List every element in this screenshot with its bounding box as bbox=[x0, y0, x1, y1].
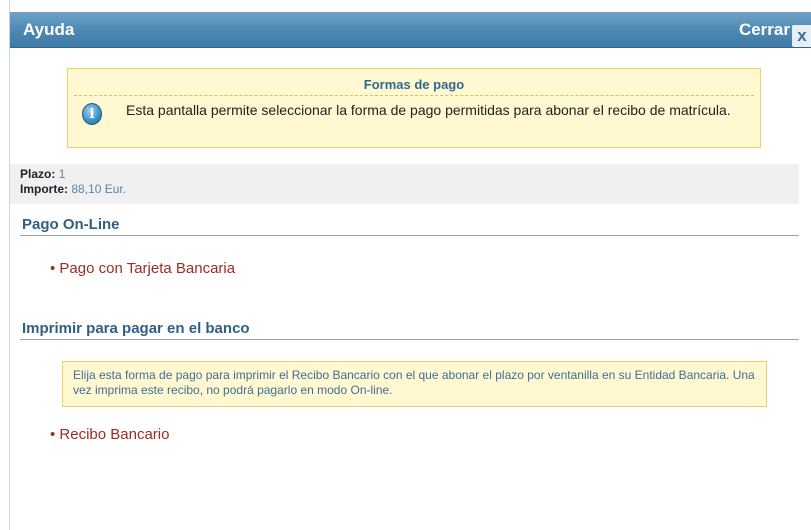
online-section-heading: Pago On-Line bbox=[22, 216, 120, 233]
plazo-value: 1 bbox=[58, 167, 66, 181]
online-section-divider bbox=[20, 235, 799, 236]
info-box-title: Formas de pago bbox=[363, 77, 465, 92]
bank-section-divider bbox=[20, 339, 799, 340]
info-box: Formas de pago i Esta pantalla permite s… bbox=[67, 68, 761, 148]
info-box-text: Esta pantalla permite seleccionar la for… bbox=[126, 102, 731, 118]
bank-receipt-link[interactable]: • Recibo Bancario bbox=[50, 426, 169, 443]
close-icon[interactable]: x bbox=[792, 25, 811, 47]
close-button-label[interactable]: Cerrar bbox=[739, 20, 790, 40]
importe-row: Importe: 88,10 Eur. bbox=[20, 182, 126, 196]
importe-label: Importe: bbox=[20, 182, 68, 196]
dialog-title: Ayuda bbox=[23, 20, 75, 39]
bank-section-heading: Imprimir para pagar en el banco bbox=[22, 320, 250, 337]
plazo-row: Plazo: 1 bbox=[20, 167, 65, 181]
bank-note: Elija esta forma de pago para imprimir e… bbox=[62, 361, 767, 407]
card-payment-link[interactable]: • Pago con Tarjeta Bancaria bbox=[50, 260, 235, 277]
help-dialog: Ayuda Cerrar x Formas de pago i Esta pan… bbox=[9, 0, 811, 530]
bank-note-text: Elija esta forma de pago para imprimir e… bbox=[73, 368, 755, 397]
dialog-titlebar: Ayuda Cerrar x bbox=[10, 12, 811, 48]
importe-value: 88,10 Eur. bbox=[71, 182, 127, 196]
payment-summary: Plazo: 1 Importe: 88,10 Eur. bbox=[10, 164, 799, 204]
plazo-label: Plazo: bbox=[20, 167, 56, 181]
info-icon: i bbox=[82, 103, 102, 125]
info-box-divider bbox=[74, 95, 754, 96]
